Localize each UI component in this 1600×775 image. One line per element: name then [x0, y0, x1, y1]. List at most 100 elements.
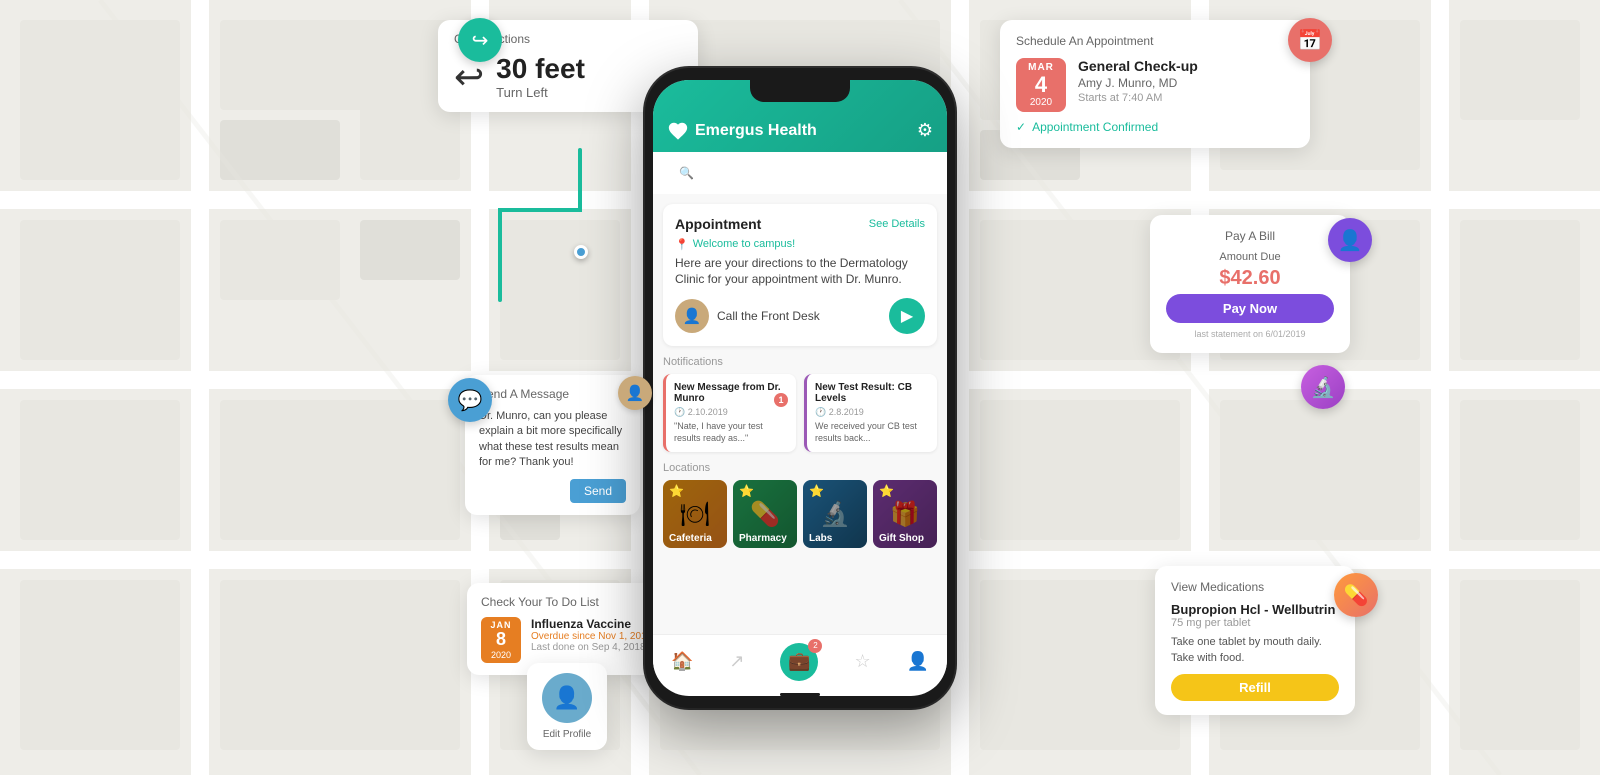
home-indicator [780, 693, 820, 696]
location-giftshop-label: Gift Shop [879, 533, 931, 544]
clock-icon-2: 🕐 [815, 407, 826, 417]
todo-day: 8 [485, 630, 517, 650]
message-sender-avatar: 👤 [618, 376, 652, 410]
pay-now-button[interactable]: Pay Now [1166, 294, 1334, 323]
notification-message[interactable]: New Message from Dr. Munro 1 🕐 2.10.2019… [663, 374, 796, 452]
locations-header: Locations [663, 462, 937, 474]
search-bar[interactable]: 🔍 Search for a location [667, 160, 933, 186]
pin-icon: 📍 [675, 238, 689, 251]
location-pharmacy-label: Pharmacy [739, 533, 791, 544]
clock-icon: 🕐 [674, 407, 685, 417]
heart-icon [667, 120, 689, 142]
search-icon: 🔍 [679, 166, 694, 180]
pay-bill-icon[interactable]: 👤 [1328, 218, 1372, 262]
schedule-icon[interactable]: 📅 [1288, 18, 1332, 62]
medications-label: View Medications [1171, 580, 1339, 594]
caller-avatar: 👤 [675, 299, 709, 333]
notifications-section: Notifications New Message from Dr. Munro… [663, 356, 937, 452]
notif-test-preview: We received your CB test results back... [815, 421, 929, 444]
send-button[interactable]: Send [570, 479, 626, 503]
edit-profile-card: 👤 Edit Profile [527, 663, 607, 750]
nav-favorites[interactable]: ☆ [854, 651, 870, 672]
amount-value: $42.60 [1166, 267, 1334, 290]
message-text: Dr. Munro, can you please explain a bit … [479, 409, 626, 471]
notif-badge: 1 [774, 393, 788, 407]
location-cafeteria-label: Cafeteria [669, 533, 721, 544]
medications-icon[interactable]: 💊 [1334, 573, 1378, 617]
phone-screen: Emergus Health ⚙ 🔍 Search for a location… [653, 80, 947, 696]
send-message-label: Send A Message [479, 387, 626, 401]
notif-test-time: 🕐 2.8.2019 [815, 407, 929, 418]
last-statement: last statement on 6/01/2019 [1166, 329, 1334, 339]
refill-button[interactable]: Refill [1171, 674, 1339, 701]
nav-badge: 2 [808, 639, 822, 653]
nav-profile[interactable]: 👤 [907, 651, 929, 672]
todo-label: Check Your To Do List [481, 595, 653, 609]
notif-test-title: New Test Result: CB Levels [815, 382, 929, 404]
todo-last-done: Last done on Sep 4, 2018 [531, 642, 652, 653]
notif-message-preview: "Nate, I have your test results ready as… [674, 421, 788, 444]
nav-home[interactable]: 🏠 [671, 651, 693, 672]
location-cafeteria[interactable]: 🍽 ⭐ Cafeteria [663, 480, 727, 548]
appointment-title: Appointment [675, 216, 761, 232]
schedule-date: MAR 4 2020 [1016, 58, 1066, 112]
schedule-content: MAR 4 2020 General Check-up Amy J. Munro… [1016, 58, 1294, 112]
call-front-desk: 👤 Call the Front Desk ▶ [675, 298, 925, 334]
search-placeholder: Search for a location [702, 166, 812, 180]
notifications-header: Notifications [663, 356, 937, 368]
notif-message-time: 🕐 2.10.2019 [674, 407, 788, 418]
profile-avatar: 👤 [542, 673, 592, 723]
labs-icon[interactable]: 🔬 [1301, 365, 1345, 409]
location-pharmacy[interactable]: 💊 ⭐ Pharmacy [733, 480, 797, 548]
todo-overdue: Overdue since Nov 1, 2019 [531, 631, 652, 642]
med-dosage: 75 mg per tablet [1171, 617, 1339, 629]
med-instructions: Take one tablet by mouth daily. Take wit… [1171, 635, 1339, 666]
notification-test-result[interactable]: New Test Result: CB Levels 🕐 2.8.2019 We… [804, 374, 937, 452]
send-message-icon[interactable]: 💬 [448, 378, 492, 422]
todo-item: JAN 8 2020 Influenza Vaccine Overdue sin… [481, 617, 653, 663]
pay-bill-label: Pay A Bill [1166, 229, 1334, 243]
edit-profile-label: Edit Profile [537, 729, 597, 740]
todo-card: Check Your To Do List JAN 8 2020 Influen… [467, 583, 667, 675]
appt-confirmed: ✓ Appointment Confirmed [1016, 120, 1294, 134]
schedule-card: Schedule An Appointment MAR 4 2020 Gener… [1000, 20, 1310, 148]
turn-label: Turn Left [496, 85, 585, 100]
turn-arrow-icon: ↩ [454, 56, 484, 98]
notif-message-title: New Message from Dr. Munro 1 [674, 382, 788, 404]
appointment-section: Appointment See Details 📍 Welcome to cam… [663, 204, 937, 347]
todo-info: Influenza Vaccine Overdue since Nov 1, 2… [531, 617, 652, 653]
directions-text: Here are your directions to the Dermatol… [675, 255, 925, 289]
appt-time: Starts at 7:40 AM [1078, 92, 1198, 104]
pay-bill-card: Pay A Bill Amount Due $42.60 Pay Now las… [1150, 215, 1350, 353]
get-directions-icon[interactable]: ↪ [458, 18, 502, 62]
amount-due-label: Amount Due [1166, 251, 1334, 263]
star-pharmacy: ⭐ [739, 484, 754, 498]
phone-notch [750, 80, 850, 102]
forward-button[interactable]: ▶ [889, 298, 925, 334]
phone-mockup: Emergus Health ⚙ 🔍 Search for a location… [645, 68, 955, 708]
settings-icon[interactable]: ⚙ [917, 120, 933, 141]
todo-year: 2020 [485, 650, 517, 660]
app-title: Emergus Health [667, 120, 817, 142]
see-details-link[interactable]: See Details [869, 218, 925, 230]
notifications-grid: New Message from Dr. Munro 1 🕐 2.10.2019… [663, 374, 937, 452]
schedule-info: General Check-up Amy J. Munro, MD Starts… [1078, 58, 1198, 104]
todo-date: JAN 8 2020 [481, 617, 521, 663]
todo-item-title: Influenza Vaccine [531, 617, 652, 631]
star-cafeteria: ⭐ [669, 484, 684, 498]
nav-briefcase[interactable]: 💼 2 [780, 643, 818, 681]
appt-title: General Check-up [1078, 58, 1198, 74]
appt-doctor: Amy J. Munro, MD [1078, 76, 1198, 90]
location-giftshop[interactable]: 🎁 ⭐ Gift Shop [873, 480, 937, 548]
bottom-nav: 🏠 ↗ 💼 2 ☆ 👤 [653, 634, 947, 687]
location-labs-label: Labs [809, 533, 861, 544]
app-content[interactable]: Appointment See Details 📍 Welcome to cam… [653, 194, 947, 634]
nav-share[interactable]: ↗ [729, 651, 744, 672]
location-labs[interactable]: 🔬 ⭐ Labs [803, 480, 867, 548]
star-giftshop: ⭐ [879, 484, 894, 498]
schedule-day: 4 [1022, 73, 1060, 97]
check-icon: ✓ [1016, 120, 1026, 134]
locations-grid: 🍽 ⭐ Cafeteria 💊 ⭐ Pharmacy [663, 480, 937, 548]
schedule-label: Schedule An Appointment [1016, 34, 1294, 48]
call-text: Call the Front Desk [717, 309, 820, 323]
